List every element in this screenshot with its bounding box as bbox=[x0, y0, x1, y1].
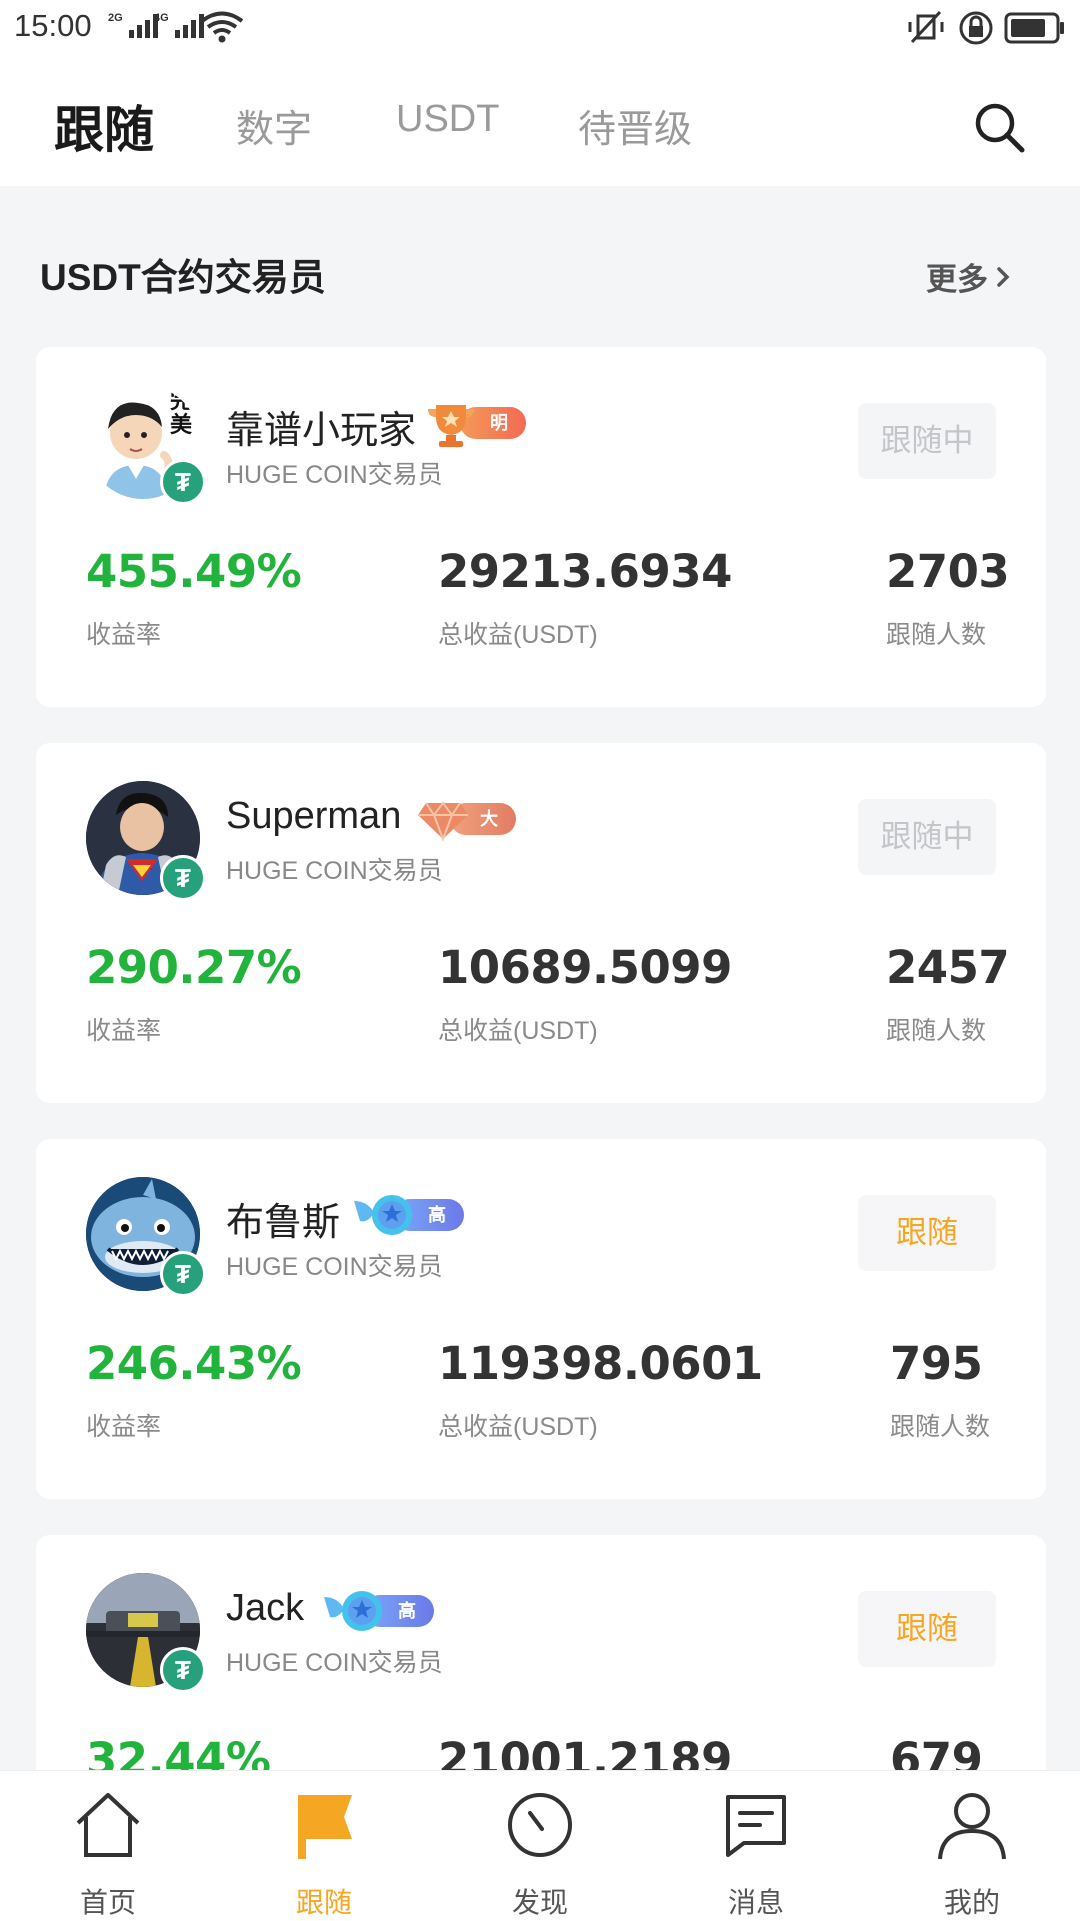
message-icon bbox=[726, 1795, 786, 1857]
status-time: 15:00 bbox=[14, 8, 92, 43]
nav-me[interactable]: 我的 bbox=[864, 1771, 1080, 1921]
return-rate: 290.27% bbox=[86, 941, 302, 994]
battery-icon bbox=[1004, 12, 1064, 44]
following-button[interactable]: 跟随中 bbox=[858, 799, 996, 875]
nav-home-label: 首页 bbox=[79, 1887, 136, 1918]
return-rate-label: 收益率 bbox=[86, 621, 162, 649]
follower-count-label: 跟随人数 bbox=[886, 1017, 987, 1045]
total-profit: 119398.0601 bbox=[438, 1337, 763, 1390]
trader-card[interactable]: ₮ 布鲁斯 高级 HUGE COIN交易员 跟随 246.43% 收益率 119… bbox=[36, 1139, 1046, 1499]
total-profit: 10689.5099 bbox=[438, 941, 732, 994]
chevron-right-icon bbox=[997, 266, 1010, 287]
search-icon[interactable] bbox=[972, 100, 1026, 154]
tether-badge-icon: ₮ bbox=[160, 1647, 206, 1693]
star-medal-icon bbox=[324, 1591, 382, 1631]
trader-subtitle: HUGE COIN交易员 bbox=[226, 857, 443, 885]
trader-subtitle: HUGE COIN交易员 bbox=[226, 461, 443, 489]
tab-pending-promotion[interactable]: 待晋级 bbox=[578, 98, 692, 153]
avatar-text: 完美 bbox=[170, 388, 193, 437]
follower-count: 795 bbox=[890, 1337, 983, 1390]
nav-messages[interactable]: 消息 bbox=[648, 1771, 864, 1921]
total-profit-label: 总收益(USDT) bbox=[438, 1413, 598, 1441]
signal-4g-icon: 4G bbox=[154, 12, 204, 38]
follower-count: 2703 bbox=[886, 545, 1010, 598]
follower-count-label: 跟随人数 bbox=[886, 621, 987, 649]
trader-card[interactable]: ₮ Superman 大咖 HUGE COIN交易员 跟随中 290.27% 收… bbox=[36, 743, 1046, 1103]
vibrate-mute-icon bbox=[908, 10, 944, 44]
trader-card[interactable]: 完美 ₮ 靠谱小玩家 明星 HUGE COIN交易员 跟随中 455.49% 收… bbox=[36, 347, 1046, 707]
home-icon bbox=[76, 1793, 140, 1857]
tether-badge-icon: ₮ bbox=[160, 1251, 206, 1297]
follower-count: 2457 bbox=[886, 941, 1010, 994]
trader-subtitle: HUGE COIN交易员 bbox=[226, 1649, 443, 1677]
return-rate-label: 收益率 bbox=[86, 1017, 162, 1045]
tether-badge-icon: ₮ bbox=[160, 459, 206, 505]
more-link[interactable]: 更多 bbox=[926, 254, 1010, 299]
section-title: USDT合约交易员 bbox=[40, 257, 326, 298]
more-label: 更多 bbox=[926, 262, 988, 297]
bottom-nav: 首页 跟随 发现 消息 我的 bbox=[0, 1770, 1080, 1921]
total-profit: 29213.6934 bbox=[438, 545, 732, 598]
nav-discover[interactable]: 发现 bbox=[432, 1771, 648, 1921]
signal-2g-icon: 2G bbox=[108, 12, 158, 38]
trader-name[interactable]: 靠谱小玩家 bbox=[226, 399, 416, 454]
nav-home[interactable]: 首页 bbox=[0, 1771, 216, 1921]
return-rate-label: 收益率 bbox=[86, 1413, 162, 1441]
top-nav: 跟随 数字 USDT 待晋级 bbox=[0, 58, 1080, 186]
tab-follow[interactable]: 跟随 bbox=[54, 90, 154, 162]
tether-badge-icon: ₮ bbox=[160, 855, 206, 901]
rotation-lock-icon bbox=[959, 11, 993, 45]
trader-name[interactable]: 布鲁斯 bbox=[226, 1191, 340, 1246]
trader-name[interactable]: Jack bbox=[226, 1587, 304, 1630]
return-rate: 246.43% bbox=[86, 1337, 302, 1390]
trophy-icon bbox=[428, 405, 474, 447]
nav-messages-label: 消息 bbox=[727, 1887, 784, 1918]
diamond-icon bbox=[418, 801, 468, 842]
user-icon bbox=[938, 1793, 1006, 1860]
nav-follow-label: 跟随 bbox=[295, 1887, 352, 1918]
total-profit-label: 总收益(USDT) bbox=[438, 1017, 598, 1045]
status-bar: 15:00 2G 4G bbox=[0, 0, 1080, 58]
flag-icon bbox=[298, 1795, 352, 1859]
return-rate: 455.49% bbox=[86, 545, 302, 598]
star-medal-icon bbox=[354, 1195, 412, 1235]
follow-button[interactable]: 跟随 bbox=[858, 1591, 996, 1667]
wifi-icon bbox=[200, 11, 244, 43]
tab-digital[interactable]: 数字 bbox=[236, 98, 312, 153]
follower-count-label: 跟随人数 bbox=[890, 1413, 991, 1441]
compass-icon bbox=[508, 1793, 572, 1857]
nav-me-label: 我的 bbox=[943, 1887, 1000, 1918]
tab-usdt[interactable]: USDT bbox=[396, 98, 499, 141]
nav-discover-label: 发现 bbox=[511, 1887, 568, 1918]
following-button[interactable]: 跟随中 bbox=[858, 403, 996, 479]
follow-button[interactable]: 跟随 bbox=[858, 1195, 996, 1271]
trader-subtitle: HUGE COIN交易员 bbox=[226, 1253, 443, 1281]
nav-follow[interactable]: 跟随 bbox=[216, 1771, 432, 1921]
total-profit-label: 总收益(USDT) bbox=[438, 621, 598, 649]
trader-name[interactable]: Superman bbox=[226, 795, 401, 838]
